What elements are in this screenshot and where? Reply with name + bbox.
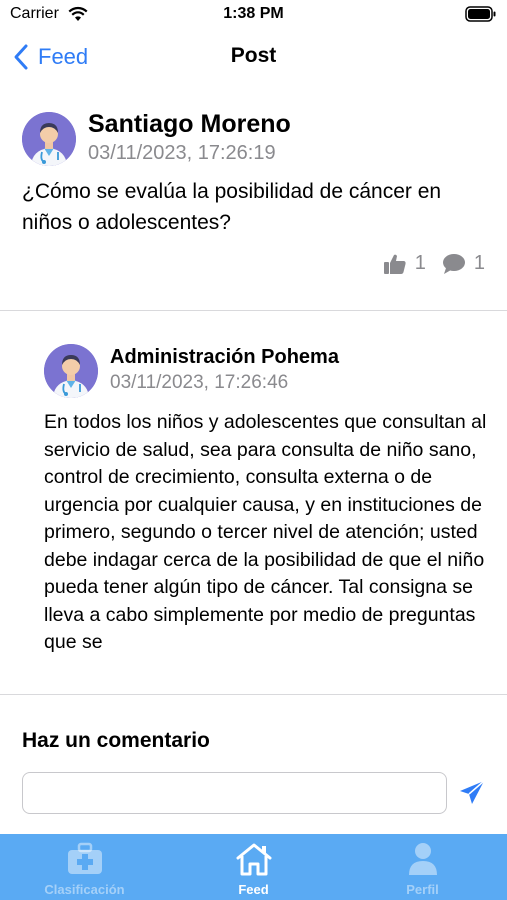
post-stats: 1 1 [367, 252, 485, 275]
post-date: 03/11/2023, 17:26:19 [88, 142, 276, 164]
tab-label: Feed [238, 882, 269, 897]
doctor-avatar-icon [22, 112, 76, 166]
comment-count: 1 [473, 252, 485, 274]
post-author: Santiago Moreno [88, 110, 291, 138]
medical-kit-icon [67, 842, 102, 874]
reply-date: 03/11/2023, 17:26:46 [110, 372, 289, 393]
home-icon [236, 843, 271, 876]
tab-label: Perfil [406, 882, 439, 897]
tab-feed[interactable]: Feed [169, 834, 338, 900]
comment-section: Haz un comentario [0, 695, 507, 835]
post-question: ¿Cómo se evalúa la posibilidad de cáncer… [22, 180, 442, 234]
reply-author: Administración Pohema [110, 346, 339, 368]
tab-clasificacion[interactable]: Clasificación [0, 834, 169, 900]
comment-title: Haz un comentario [22, 729, 210, 752]
send-icon[interactable] [458, 779, 486, 807]
clock: 1:38 PM [223, 5, 284, 22]
reply-item: Administración Pohema 03/11/2023, 17:26:… [0, 312, 507, 694]
person-icon [408, 843, 437, 875]
page-title: Post [230, 44, 277, 67]
tab-bar: Clasificación Feed Perfil [0, 834, 507, 900]
comment-count-button[interactable]: 1 [442, 252, 485, 275]
like-button[interactable]: 1 [383, 252, 426, 275]
navigation-bar: Feed Post [0, 30, 507, 86]
tab-perfil[interactable]: Perfil [338, 834, 507, 900]
avatar [22, 112, 76, 166]
like-count: 1 [414, 252, 426, 274]
divider [0, 310, 507, 311]
doctor-avatar-icon [44, 344, 98, 398]
reply-body: En todos los niños y adolescentes que co… [44, 411, 487, 653]
comment-input[interactable] [22, 772, 447, 814]
avatar [44, 344, 98, 398]
thumbs-up-icon [383, 254, 406, 274]
battery-icon [465, 6, 496, 22]
tab-label: Clasificación [44, 882, 125, 897]
comment-bubble-icon [442, 253, 465, 274]
status-bar: Carrier 1:38 PM [0, 0, 507, 30]
